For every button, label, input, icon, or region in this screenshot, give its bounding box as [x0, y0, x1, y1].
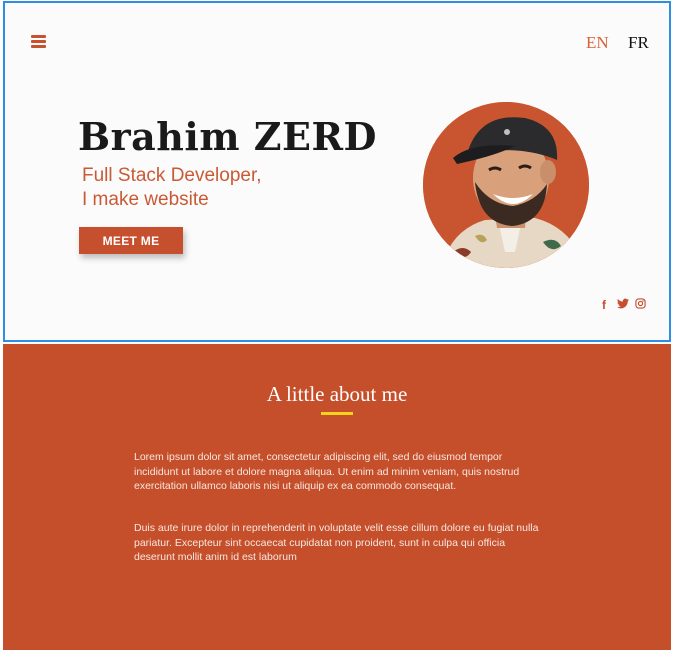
instagram-icon[interactable]: [635, 298, 646, 312]
lang-fr-link[interactable]: FR: [628, 33, 649, 53]
twitter-icon[interactable]: [617, 298, 629, 312]
about-paragraph-2: Duis aute irure dolor in reprehenderit i…: [134, 522, 539, 563]
lang-en-link[interactable]: EN: [586, 33, 609, 53]
facebook-icon[interactable]: f: [602, 298, 606, 312]
about-section: A little about me Lorem ipsum dolor sit …: [3, 344, 671, 650]
hero-subtitle: Full Stack Developer, I make website: [82, 164, 322, 212]
subtitle-line-1: Full Stack Developer,: [82, 165, 262, 186]
hero-name: Brahim ZERD: [78, 114, 377, 159]
avatar: [423, 102, 589, 268]
meet-me-button[interactable]: MEET ME: [79, 227, 183, 254]
avatar-photo: [423, 102, 589, 268]
hamburger-menu-icon[interactable]: [31, 35, 46, 48]
subtitle-line-2: I make website: [82, 189, 209, 210]
title-underline: [321, 412, 353, 415]
about-title: A little about me: [266, 382, 408, 406]
about-paragraph-1: Lorem ipsum dolor sit amet, consectetur …: [134, 451, 520, 492]
hero-section: EN FR Brahim ZERD Full Stack Developer, …: [3, 1, 671, 342]
